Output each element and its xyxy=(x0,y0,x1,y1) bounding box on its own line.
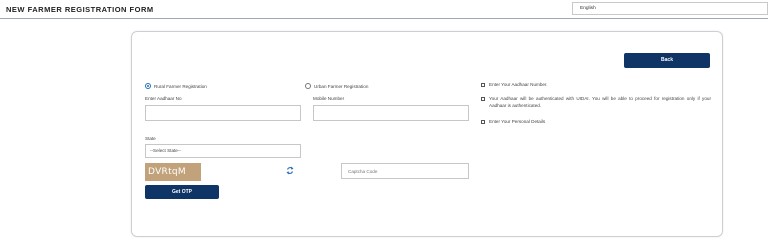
instruction-text: Enter Your Personal Details xyxy=(489,119,546,124)
back-button[interactable]: Back xyxy=(624,53,710,68)
urban-registration-radio[interactable]: Urban Farmer Registration xyxy=(305,83,368,89)
instruction-text: Enter Your Aadhaar Number. xyxy=(489,82,548,87)
radio-unchecked-icon xyxy=(305,83,311,89)
state-select[interactable]: --Select State-- xyxy=(145,144,301,158)
captcha-input[interactable] xyxy=(341,163,469,179)
captcha-image: DVRtqM xyxy=(145,163,201,181)
state-label: State xyxy=(145,136,156,141)
checkbox-bullet-icon xyxy=(481,82,485,87)
aadhaar-label: Enter Aadhaar No xyxy=(145,96,182,101)
instruction-item: Enter Your Aadhaar Number. xyxy=(481,81,711,88)
instruction-item: Your Aadhaar will be authenticated with … xyxy=(481,95,711,109)
aadhaar-input[interactable] xyxy=(145,105,301,121)
rural-registration-label: Rural Farmer Registration xyxy=(154,83,207,89)
page-title: NEW FARMER REGISTRATION FORM xyxy=(6,5,154,14)
radio-checked-icon xyxy=(145,83,151,89)
checkbox-bullet-icon xyxy=(481,96,485,101)
instruction-text: Your Aadhaar will be authenticated with … xyxy=(489,96,711,108)
language-select[interactable]: English xyxy=(572,2,768,15)
urban-registration-label: Urban Farmer Registration xyxy=(314,83,369,89)
registration-page: NEW FARMER REGISTRATION FORM English Bac… xyxy=(0,0,768,247)
top-bar: NEW FARMER REGISTRATION FORM English xyxy=(0,0,768,19)
mobile-label: Mobile Number xyxy=(313,96,345,101)
instruction-item: Enter Your Personal Details xyxy=(481,118,711,125)
refresh-captcha-icon[interactable] xyxy=(286,166,294,175)
rural-registration-radio[interactable]: Rural Farmer Registration xyxy=(145,83,207,89)
get-otp-button[interactable]: Get OTP xyxy=(145,185,219,199)
checkbox-bullet-icon xyxy=(481,119,485,124)
mobile-input[interactable] xyxy=(313,105,469,121)
